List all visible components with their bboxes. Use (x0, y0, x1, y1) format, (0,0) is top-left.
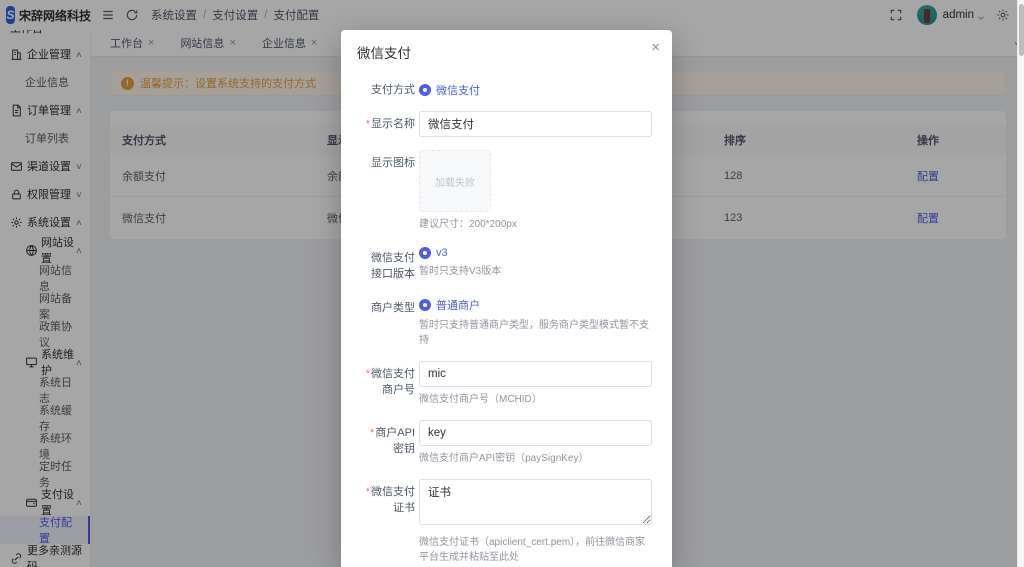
field-merchant-type: 商户类型 普通商户 暂时只支持普通商户类型，服务商户类型模式暂不支持 (365, 295, 652, 348)
merchant-type-radio[interactable]: 普通商户 (419, 295, 652, 313)
page-scrollbar[interactable] (1017, 0, 1024, 567)
pay-method-radio[interactable]: 微信支付 (419, 77, 652, 98)
field-label: 显示图标 (371, 157, 415, 169)
field-label: 支付方式 (371, 84, 415, 96)
load-failed-text: 加载失败 (435, 177, 475, 189)
field-hint: 暂时只支持普通商户类型，服务商户类型模式暂不支持 (419, 320, 649, 346)
field-api-version: 微信支付接口版本 v3 暂时只支持V3版本 (365, 245, 652, 282)
modal-title: 微信支付 (357, 46, 411, 61)
scrollbar-thumb[interactable] (1019, 4, 1024, 56)
field-cert: *微信支付证书 证书 微信支付证书（apiclient_cert.pem），前往… (365, 479, 652, 565)
cert-textarea[interactable]: 证书 (419, 479, 652, 525)
field-label: *商户API密钥 (369, 427, 415, 455)
field-label: *显示名称 (365, 118, 415, 130)
app-window: S 宋辞网络科技 系统设置 / 支付设置 / 支付配置 admin 工作台 × … (0, 0, 1024, 567)
field-api-key: *商户API密钥 微信支付商户API密钥（paySignKey） (365, 420, 652, 466)
field-label: *微信支付商户号 (365, 368, 415, 396)
modal-header: 微信支付 × (341, 30, 672, 71)
field-pay-method: 支付方式 微信支付 (365, 77, 652, 98)
required-mark: * (365, 368, 370, 380)
display-name-input[interactable] (419, 111, 652, 137)
radio-label: 普通商户 (436, 300, 480, 312)
api-key-input[interactable] (419, 420, 652, 446)
required-mark: * (365, 118, 370, 130)
radio-selected-icon[interactable] (419, 247, 431, 259)
field-mchid: *微信支付商户号 微信支付商户号（MCHID） (365, 361, 652, 407)
field-hint: 建议尺寸：200*200px (419, 219, 517, 230)
field-hint: 微信支付证书（apiclient_cert.pem），前往微信商家平台生成并粘贴… (419, 537, 646, 563)
wechat-pay-modal: 微信支付 × 支付方式 微信支付 *显示名称 显示图标 (341, 30, 672, 567)
field-display-icon: 显示图标 加载失败 建议尺寸：200*200px (365, 150, 652, 232)
radio-selected-icon[interactable] (419, 299, 431, 311)
close-icon[interactable]: × (651, 40, 660, 55)
modal-body: 支付方式 微信支付 *显示名称 显示图标 加载失败 (341, 71, 672, 567)
radio-selected-icon[interactable] (419, 84, 431, 96)
radio-label: v3 (436, 247, 448, 259)
field-label: *微信支付证书 (365, 486, 415, 514)
field-hint: 暂时只支持V3版本 (419, 266, 502, 277)
required-mark: * (365, 486, 370, 498)
api-version-radio[interactable]: v3 (419, 245, 652, 259)
field-hint: 微信支付商户号（MCHID） (419, 394, 542, 405)
radio-label: 微信支付 (436, 85, 480, 97)
mchid-input[interactable] (419, 361, 652, 387)
field-display-name: *显示名称 (365, 111, 652, 137)
field-label: 商户类型 (371, 302, 415, 314)
field-label: 微信支付接口版本 (371, 252, 415, 280)
icon-upload-box[interactable]: 加载失败 (419, 150, 491, 212)
field-hint: 微信支付商户API密钥（paySignKey） (419, 453, 589, 464)
required-mark: * (369, 427, 375, 439)
